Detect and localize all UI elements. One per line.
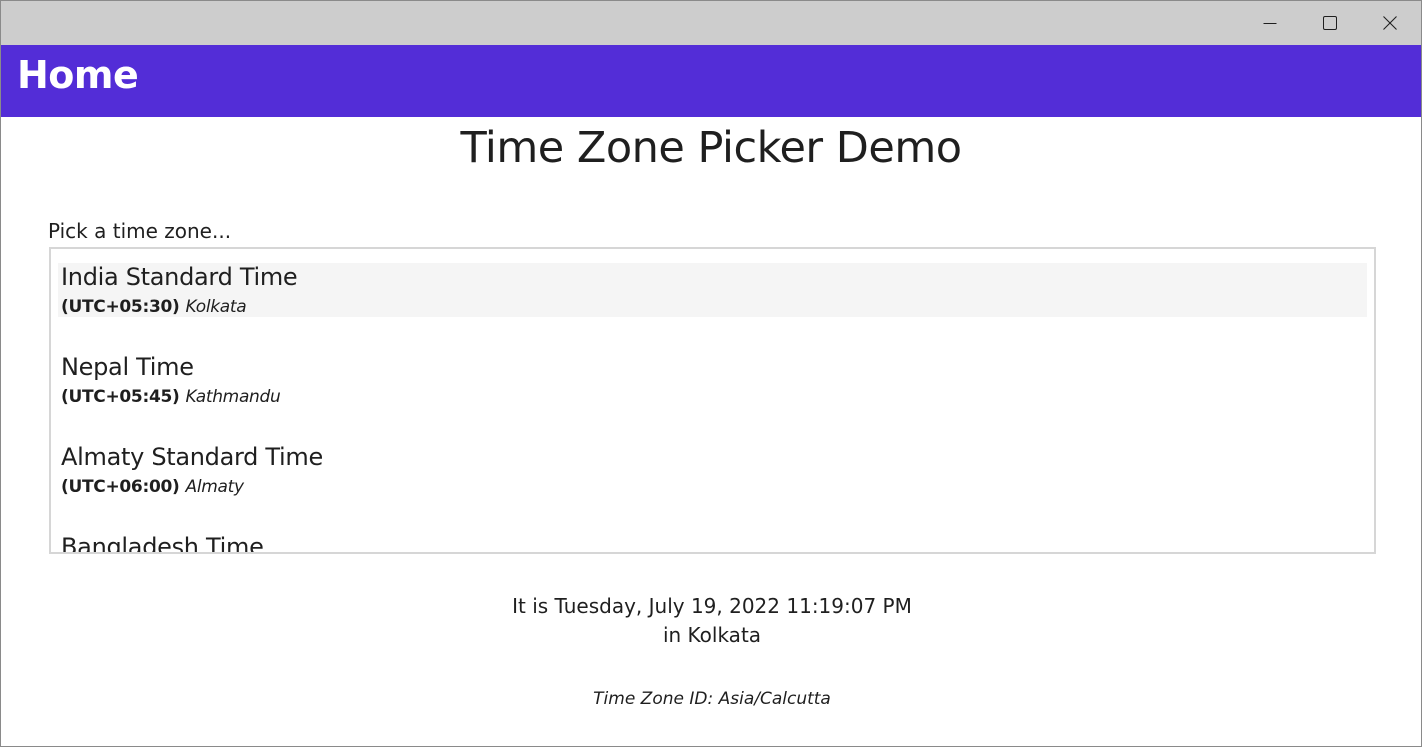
maximize-icon (1323, 16, 1337, 30)
timezone-detail: (UTC+05:30) Kolkata (61, 297, 247, 317)
timezone-detail: (UTC+05:45) Kathmandu (61, 387, 281, 407)
timezone-name: Almaty Standard Time (61, 443, 323, 471)
minimize-icon (1263, 23, 1277, 24)
page-title: Time Zone Picker Demo (460, 123, 962, 173)
close-button[interactable] (1360, 1, 1420, 45)
timezone-detail: (UTC+06:00) Almaty (61, 477, 244, 497)
title-bar (1, 1, 1421, 45)
list-item[interactable]: Bangladesh Time (58, 533, 1367, 554)
current-place-text: in Kolkata (662, 623, 762, 647)
list-item[interactable]: India Standard Time (UTC+05:30) Kolkata (58, 263, 1367, 317)
close-icon (1383, 16, 1397, 30)
list-item[interactable]: Nepal Time (UTC+05:45) Kathmandu (58, 353, 1367, 407)
header-title: Home (17, 53, 139, 97)
timezone-offset: (UTC+05:45) (61, 387, 180, 407)
timezone-city: Kolkata (185, 297, 247, 317)
timezone-city: Kathmandu (185, 387, 281, 407)
timezone-name: Nepal Time (61, 353, 194, 381)
timezone-offset: (UTC+05:30) (61, 297, 180, 317)
timezone-offset: (UTC+06:00) (61, 477, 180, 497)
timezone-list[interactable]: India Standard Time (UTC+05:30) Kolkata N… (49, 247, 1376, 554)
picker-label: Pick a time zone... (48, 219, 232, 243)
minimize-button[interactable] (1240, 1, 1300, 45)
timezone-name: Bangladesh Time (61, 533, 264, 554)
timezone-name: India Standard Time (61, 263, 298, 291)
app-window: Home Time Zone Picker Demo Pick a time z… (0, 0, 1422, 747)
timezone-id-text: Time Zone ID: Asia/Calcutta (593, 689, 831, 709)
header-bar: Home (1, 45, 1421, 117)
timezone-city: Almaty (185, 477, 244, 497)
current-time-text: It is Tuesday, July 19, 2022 11:19:07 PM (512, 594, 912, 618)
maximize-button[interactable] (1300, 1, 1360, 45)
list-item[interactable]: Almaty Standard Time (UTC+06:00) Almaty (58, 443, 1367, 497)
